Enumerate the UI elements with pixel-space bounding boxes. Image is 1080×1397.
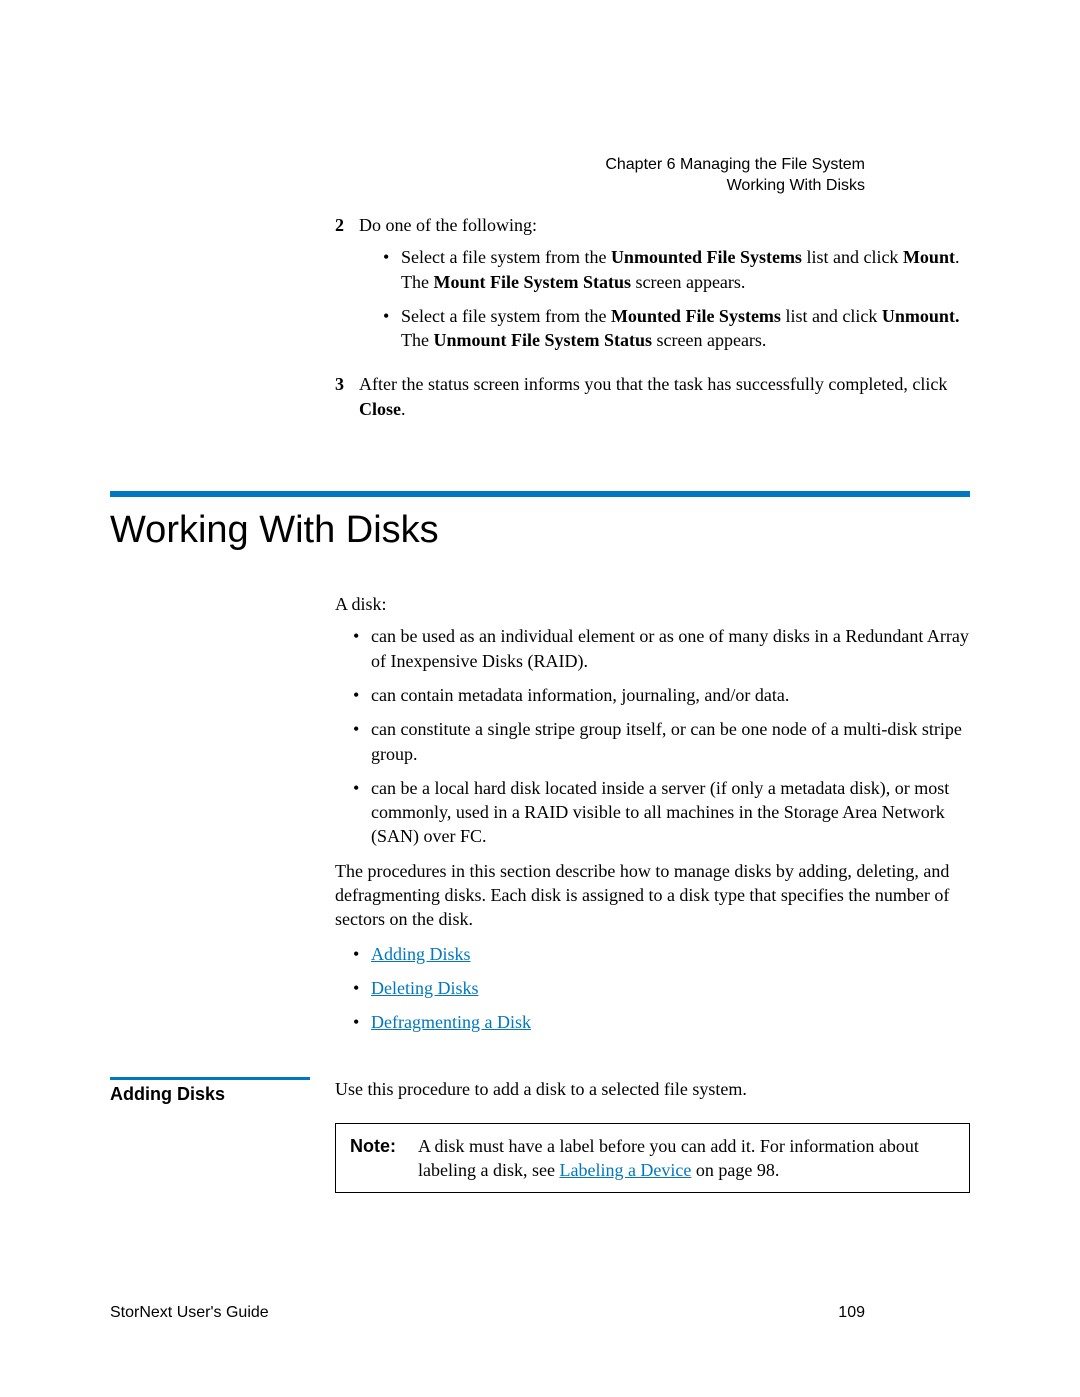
note-box: Note: A disk must have a label before yo… [335,1123,970,1194]
link-labeling-device[interactable]: Labeling a Device [559,1160,691,1180]
disk-intro: A disk: [335,592,970,616]
note-text: A disk must have a label before you can … [418,1134,955,1183]
section-title: Working With Disks [110,509,970,552]
step-2-intro: Do one of the following: [359,213,970,237]
step-2: 2 Do one of the following: • Select a fi… [335,213,970,362]
note-label: Note: [350,1134,418,1183]
step-number: 2 [335,213,359,362]
link-deleting-disks[interactable]: Deleting Disks [371,978,479,998]
link-adding-disks[interactable]: Adding Disks [371,944,471,964]
step-2-bullet-2: • Select a file system from the Mounted … [383,304,970,353]
side-heading-adding-disks: Adding Disks [110,1077,335,1105]
procedures-paragraph: The procedures in this section describe … [335,859,970,932]
section-divider [110,491,970,497]
adding-disks-intro: Use this procedure to add a disk to a se… [335,1077,970,1101]
disk-bullet: • can contain metadata information, jour… [353,683,970,707]
header-chapter: Chapter 6 Managing the File System [605,155,865,176]
step-3: 3 After the status screen informs you th… [335,372,970,421]
footer-left: StorNext User's Guide [110,1304,269,1322]
link-defragmenting-disk[interactable]: Defragmenting a Disk [371,1012,531,1032]
step-number: 3 [335,372,359,421]
disk-bullet: • can be used as an individual element o… [353,624,970,673]
footer-page-number: 109 [838,1304,865,1322]
link-bullet: • Defragmenting a Disk [353,1010,970,1034]
disk-bullet: • can constitute a single stripe group i… [353,717,970,766]
step-2-bullet-1: • Select a file system from the Unmounte… [383,245,970,294]
header-section: Working With Disks [605,176,865,197]
disk-bullet: • can be a local hard disk located insid… [353,776,970,849]
link-bullet: • Deleting Disks [353,976,970,1000]
page-footer: StorNext User's Guide 109 [110,1304,865,1322]
page-header: Chapter 6 Managing the File System Worki… [605,155,865,197]
link-bullet: • Adding Disks [353,942,970,966]
